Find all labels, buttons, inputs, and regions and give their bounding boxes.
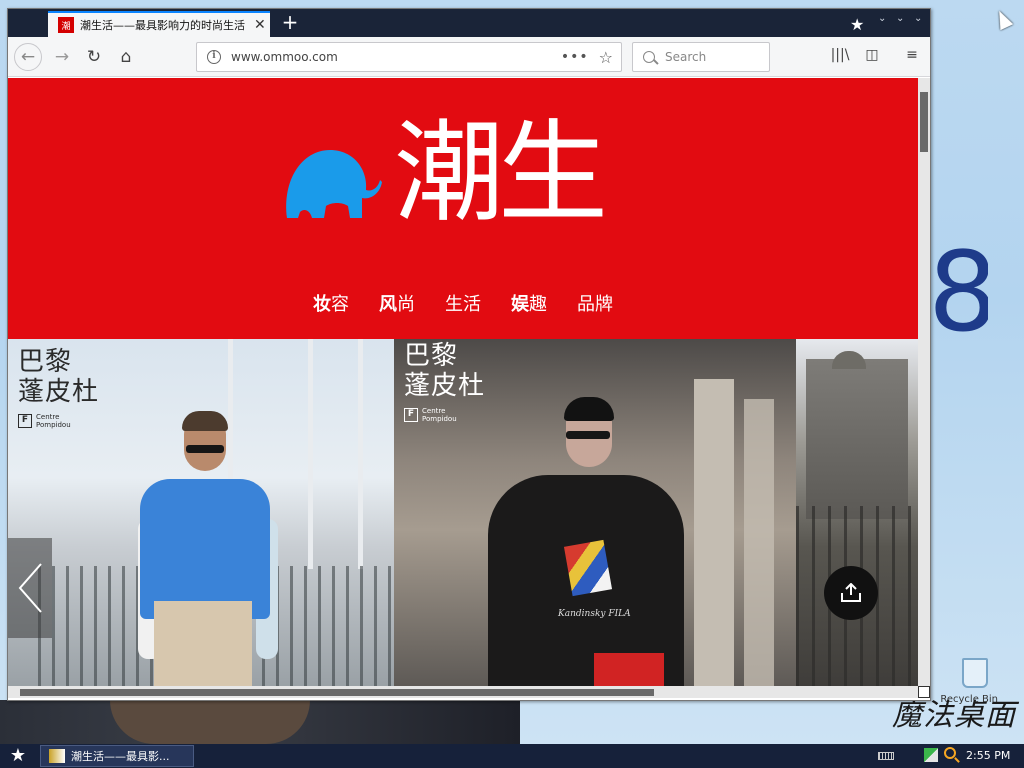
desktop-wallpaper-digit: 8 — [928, 232, 988, 352]
menu-item-brand[interactable]: 品牌 — [577, 290, 613, 326]
scrollbar-corner — [918, 686, 930, 698]
fila-logo-icon: F — [404, 408, 418, 422]
site-nav-menu: 妆容 风尚 生活 娱趣 品牌 — [8, 290, 918, 326]
badge-title: 巴黎 蓬皮杜 — [18, 347, 100, 407]
back-arrow-icon[interactable]: ← — [14, 43, 42, 71]
new-tab-button[interactable]: + — [278, 11, 302, 35]
model-red-garment — [594, 653, 664, 686]
home-icon[interactable]: ⌂ — [112, 43, 140, 71]
site-logo-text[interactable]: 潮生 — [394, 108, 654, 238]
badge-small-text: Centre Pompidou — [422, 407, 457, 423]
badge-title: 巴黎 蓬皮杜 — [404, 341, 486, 401]
search-icon — [643, 51, 655, 63]
shirt-print-text: Kandinsky FILA — [558, 609, 631, 619]
page-actions-icon[interactable]: ••• — [561, 49, 589, 65]
model-shirt — [140, 479, 270, 619]
pompidou-badge: 巴黎 蓬皮杜 F Centre Pompidou — [404, 341, 485, 423]
badge-subtitle: F Centre Pompidou — [18, 413, 99, 429]
menu-item-life[interactable]: 生活 — [445, 290, 481, 326]
image-carousel[interactable]: 巴黎 蓬皮杜 F Centre Pompidou Kandinsky FILA — [8, 339, 918, 686]
taskbar-window-label: 潮生活——最具影... — [71, 750, 170, 763]
recycle-bin-icon[interactable] — [962, 658, 988, 688]
tab-bar: 潮 潮生活——最具影响力的时尚生活 ✕ + ★ ⌄ ⌄ ⌄ — [8, 9, 930, 37]
tray-search-icon[interactable] — [944, 747, 956, 759]
model-hair — [182, 411, 228, 431]
chevron-left-icon — [18, 563, 42, 613]
carousel-slide-3[interactable] — [796, 339, 918, 686]
shirt-art-graphic — [563, 539, 613, 597]
close-tab-icon[interactable]: ✕ — [254, 17, 266, 33]
bridge-pole — [308, 339, 313, 569]
badge-subtitle: F Centre Pompidou — [404, 407, 485, 423]
desktop-wallpaper-figure — [110, 700, 310, 744]
cathedral-dome — [832, 351, 866, 369]
titlebar-star-icon: ★ — [850, 15, 865, 34]
menu-item-label: 尚 — [397, 294, 415, 315]
page-viewport: 潮生 妆容 风尚 生活 娱趣 品牌 巴黎 蓬皮杜 F Centre Pompid… — [8, 78, 918, 686]
site-header: 潮生 妆容 风尚 生活 娱趣 品牌 — [8, 78, 918, 339]
maximize-icon[interactable]: ⌄ — [896, 13, 904, 24]
url-text[interactable]: www.ommoo.com — [231, 50, 561, 64]
model-hair — [564, 397, 614, 421]
navigation-toolbar: ← → ↻ ⌂ i www.ommoo.com ••• ☆ |||\ ◫ ≡ — [8, 37, 930, 77]
network-icon[interactable] — [924, 748, 938, 762]
browser-window: 潮 潮生活——最具影响力的时尚生活 ✕ + ★ ⌄ ⌄ ⌄ ← → ↻ ⌂ i … — [7, 8, 931, 701]
tab-title: 潮生活——最具影响力的时尚生活 — [80, 19, 245, 32]
tab-active[interactable]: 潮 潮生活——最具影响力的时尚生活 ✕ — [48, 11, 270, 37]
menu-item-label: 品牌 — [577, 294, 613, 315]
system-clock[interactable]: 2:55 PM — [966, 749, 1010, 762]
favicon-icon: 潮 — [58, 17, 74, 33]
menu-item-label-bold: 妆 — [313, 294, 331, 315]
pompidou-badge: 巴黎 蓬皮杜 F Centre Pompidou — [18, 347, 99, 429]
carousel-slide-2[interactable]: Kandinsky FILA 巴黎 蓬皮杜 F Centre Pompidou — [394, 339, 796, 686]
info-icon[interactable]: i — [207, 50, 221, 64]
start-button-star-icon[interactable]: ★ — [4, 746, 32, 766]
sunglasses — [186, 445, 224, 453]
close-window-icon[interactable]: ⌄ — [914, 13, 922, 24]
carousel-slide-1[interactable]: 巴黎 蓬皮杜 F Centre Pompidou — [8, 339, 394, 686]
search-box[interactable] — [632, 42, 770, 72]
menu-item-label: 趣 — [529, 294, 547, 315]
bookmark-star-icon[interactable]: ☆ — [599, 48, 613, 67]
share-button[interactable] — [824, 566, 878, 620]
taskbar-window-item[interactable]: 潮生活——最具影... — [40, 745, 194, 767]
model-pants — [154, 601, 252, 686]
menu-item-label: 容 — [331, 294, 349, 315]
keyboard-icon[interactable] — [878, 752, 894, 760]
share-upload-icon — [841, 583, 861, 602]
forward-arrow-icon[interactable]: → — [48, 43, 76, 71]
sidebar-icon[interactable]: ◫ — [862, 47, 882, 67]
horizontal-scrollbar-thumb[interactable] — [20, 689, 654, 696]
badge-small-text: Centre Pompidou — [36, 413, 71, 429]
horizontal-scrollbar[interactable] — [8, 686, 918, 698]
taskbar: ★ 潮生活——最具影... 2:55 PM — [0, 744, 1024, 768]
vertical-scrollbar-thumb[interactable] — [920, 92, 928, 152]
vertical-scrollbar[interactable] — [918, 78, 930, 686]
search-input[interactable] — [665, 50, 765, 64]
menu-item-label-bold: 风 — [379, 294, 397, 315]
menu-item-fashion[interactable]: 风尚 — [379, 290, 415, 326]
carousel-prev-button[interactable] — [8, 538, 52, 638]
reload-icon[interactable]: ↻ — [80, 43, 108, 71]
cathedral-building — [806, 359, 908, 519]
sunglasses — [566, 431, 610, 439]
fila-logo-icon: F — [18, 414, 32, 428]
menu-item-entertainment[interactable]: 娱趣 — [511, 290, 547, 326]
taskbar-app-icon — [49, 749, 65, 763]
library-icon[interactable]: |||\ — [830, 47, 850, 67]
bridge-pole — [358, 339, 363, 569]
colonnade-pillar — [744, 399, 774, 686]
minimize-icon[interactable]: ⌄ — [878, 13, 886, 24]
menu-item-makeup[interactable]: 妆容 — [313, 290, 349, 326]
menu-hamburger-icon[interactable]: ≡ — [902, 47, 922, 67]
mouse-cursor-icon — [992, 7, 1014, 31]
colonnade-pillar — [694, 379, 734, 686]
menu-item-label: 生活 — [445, 294, 481, 315]
elephant-logo-icon[interactable] — [282, 140, 382, 220]
address-bar[interactable]: i www.ommoo.com ••• ☆ — [196, 42, 622, 72]
menu-item-label-bold: 娱 — [511, 294, 529, 315]
